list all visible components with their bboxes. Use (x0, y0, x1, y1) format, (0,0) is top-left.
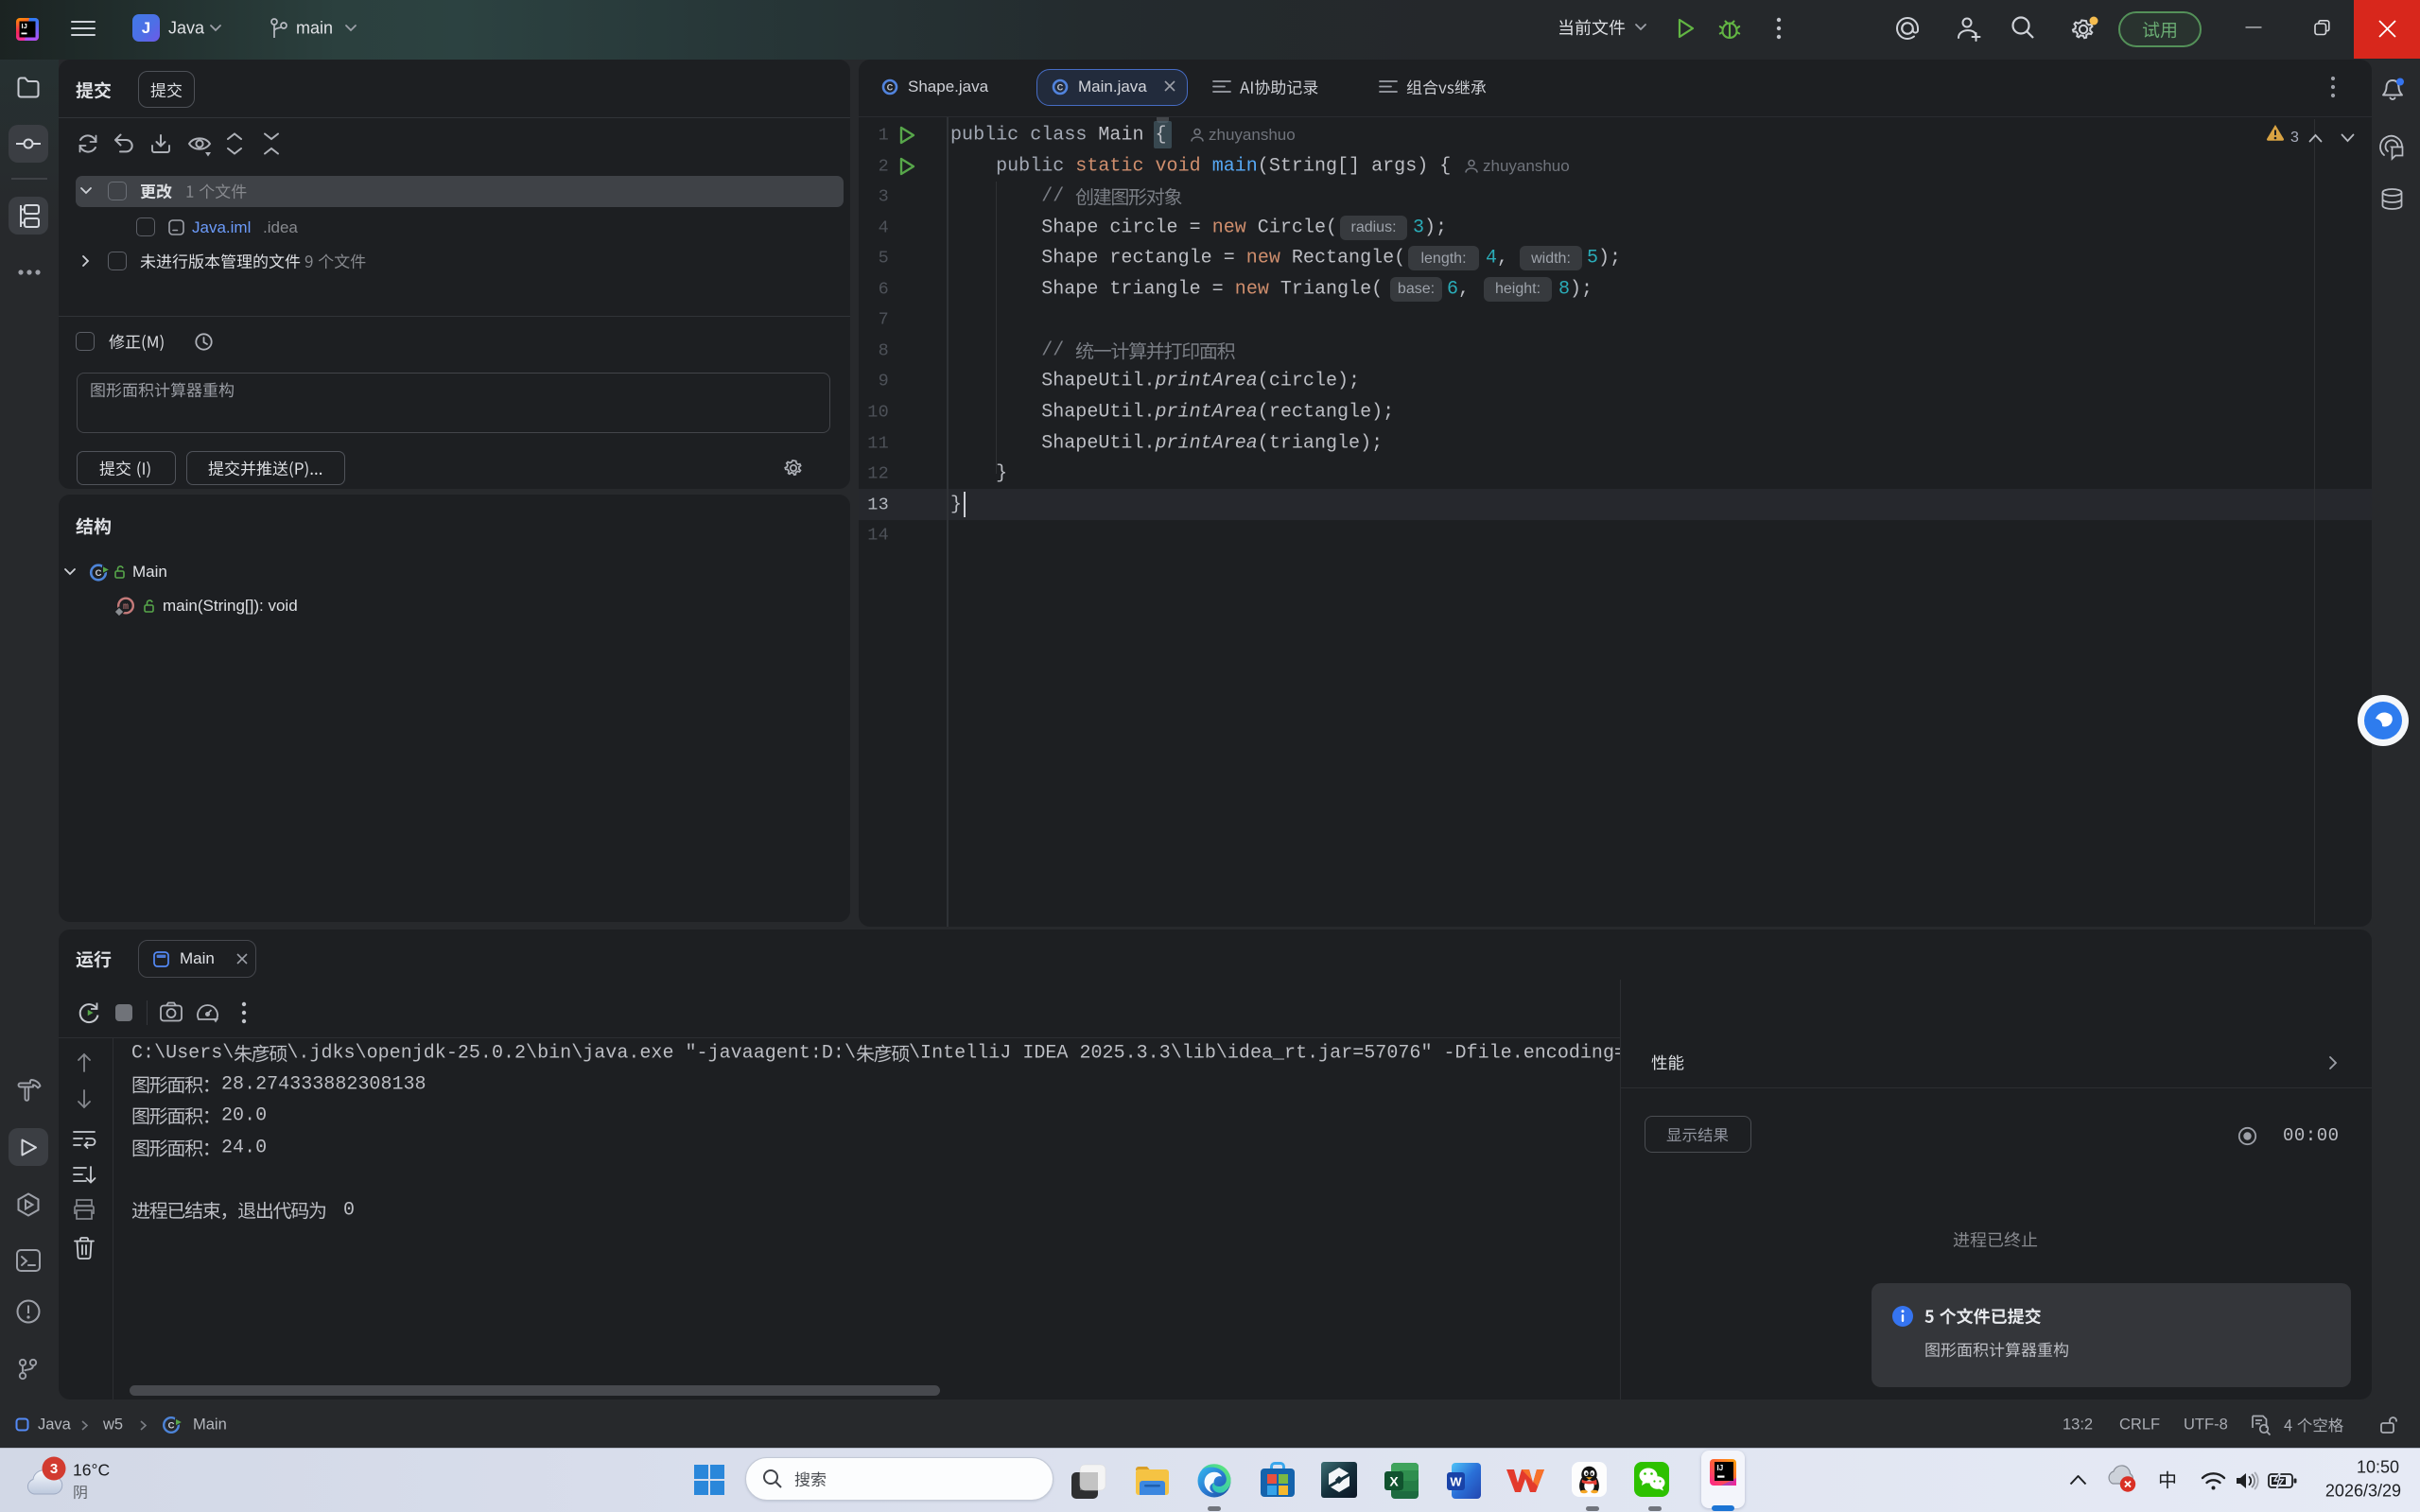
svg-text:C: C (96, 568, 102, 579)
svg-text:IJ: IJ (22, 22, 27, 30)
svg-text:W: W (1450, 1475, 1462, 1489)
svg-text:3: 3 (50, 1461, 58, 1477)
svg-text:IJ: IJ (1717, 1464, 1724, 1472)
svg-text:C: C (1057, 82, 1064, 92)
svg-text:X: X (1389, 1474, 1399, 1489)
svg-text:C: C (168, 1421, 175, 1432)
svg-text:C: C (887, 82, 894, 92)
